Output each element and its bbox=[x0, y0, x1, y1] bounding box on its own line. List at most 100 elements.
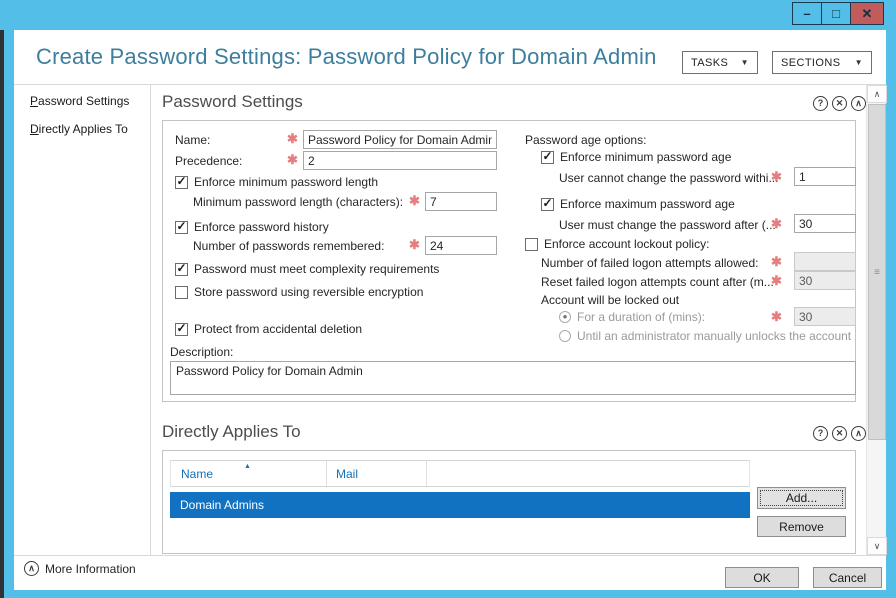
duration-radio[interactable]: ● For a duration of (mins): bbox=[559, 310, 705, 324]
sidebar-item-directly-applies-to[interactable]: Directly Applies To bbox=[30, 122, 128, 136]
sections-button-label: SECTIONS bbox=[781, 57, 840, 69]
chevron-up-icon: ∧ bbox=[24, 561, 39, 576]
passwords-remembered-input[interactable] bbox=[425, 236, 497, 255]
section-collapse-icon[interactable]: ∧ bbox=[851, 96, 866, 111]
tasks-button[interactable]: TASKS ▼ bbox=[682, 51, 758, 74]
checkbox-icon: ✓ bbox=[541, 151, 554, 164]
chevron-down-icon: ▼ bbox=[741, 58, 749, 67]
vertical-scrollbar[interactable]: ∧ ≡ ∨ bbox=[866, 85, 886, 555]
page-title: Create Password Settings: Password Polic… bbox=[36, 44, 657, 70]
enforce-max-age-checkbox[interactable]: ✓ Enforce maximum password age bbox=[541, 197, 735, 211]
section-close-icon[interactable]: ✕ bbox=[832, 96, 847, 111]
section-collapse-icon[interactable]: ∧ bbox=[851, 426, 866, 441]
enforce-min-age-checkbox[interactable]: ✓ Enforce minimum password age bbox=[541, 150, 731, 164]
remove-button[interactable]: Remove bbox=[757, 516, 846, 537]
directly-applies-to-section-title: Directly Applies To bbox=[162, 422, 301, 442]
enforce-max-age-label: Enforce maximum password age bbox=[560, 197, 735, 211]
radio-icon: ● bbox=[559, 311, 571, 323]
until-admin-unlocks-label: Until an administrator manually unlocks … bbox=[577, 329, 851, 343]
description-label: Description: bbox=[170, 345, 233, 359]
required-icon: ✱ bbox=[771, 310, 782, 323]
sort-ascending-icon: ▲ bbox=[244, 463, 251, 470]
precedence-label: Precedence: bbox=[175, 154, 242, 168]
min-age-input[interactable] bbox=[794, 167, 856, 186]
footer-divider bbox=[14, 555, 886, 556]
reversible-encryption-checkbox[interactable]: Store password using reversible encrypti… bbox=[175, 285, 423, 299]
close-button[interactable]: ✕ bbox=[850, 2, 884, 25]
password-settings-section-title: Password Settings bbox=[162, 92, 303, 112]
required-icon: ✱ bbox=[287, 132, 298, 145]
help-icon[interactable]: ? bbox=[813, 426, 828, 441]
more-information-label: More Information bbox=[45, 562, 136, 576]
complexity-checkbox[interactable]: ✓ Password must meet complexity requirem… bbox=[175, 262, 439, 276]
header-divider bbox=[14, 84, 886, 85]
scrollbar-grip-icon: ≡ bbox=[874, 267, 880, 278]
reset-count-input bbox=[794, 271, 856, 290]
checkbox-icon: ✓ bbox=[175, 176, 188, 189]
max-age-sublabel: User must change the password after (... bbox=[559, 218, 776, 232]
min-length-input[interactable] bbox=[425, 192, 497, 211]
min-length-label: Minimum password length (characters): bbox=[193, 195, 403, 209]
reset-count-label: Reset failed logon attempts count after … bbox=[541, 275, 774, 289]
sidebar-item-password-settings[interactable]: Password Settings bbox=[30, 94, 129, 108]
name-input[interactable] bbox=[303, 130, 497, 149]
checkbox-icon: ✓ bbox=[175, 323, 188, 336]
close-icon: ✕ bbox=[862, 6, 873, 22]
minimize-button[interactable]: – bbox=[792, 2, 822, 25]
required-icon: ✱ bbox=[771, 217, 782, 230]
column-header-name[interactable]: Name bbox=[181, 467, 213, 481]
required-icon: ✱ bbox=[771, 255, 782, 268]
add-button[interactable]: Add... bbox=[757, 487, 846, 509]
radio-icon bbox=[559, 330, 571, 342]
tasks-button-label: TASKS bbox=[691, 57, 728, 69]
max-age-input[interactable] bbox=[794, 214, 856, 233]
sections-button[interactable]: SECTIONS ▼ bbox=[772, 51, 872, 74]
min-age-sublabel: User cannot change the password withi... bbox=[559, 171, 778, 185]
enforce-min-length-label: Enforce minimum password length bbox=[194, 175, 378, 189]
row-name-cell: Domain Admins bbox=[180, 498, 264, 512]
enforce-min-length-checkbox[interactable]: ✓ Enforce minimum password length bbox=[175, 175, 378, 189]
required-icon: ✱ bbox=[771, 274, 782, 287]
section-close-icon[interactable]: ✕ bbox=[832, 426, 847, 441]
description-input[interactable]: Password Policy for Domain Admin bbox=[170, 361, 856, 395]
chevron-down-icon: ▼ bbox=[855, 58, 863, 67]
scrollbar-thumb[interactable]: ≡ bbox=[868, 104, 886, 440]
maximize-button[interactable]: □ bbox=[821, 2, 851, 25]
failed-attempts-input bbox=[794, 252, 856, 271]
protect-deletion-label: Protect from accidental deletion bbox=[194, 322, 362, 336]
checkbox-icon: ✓ bbox=[175, 221, 188, 234]
reversible-encryption-label: Store password using reversible encrypti… bbox=[194, 285, 423, 299]
checkbox-icon bbox=[525, 238, 538, 251]
required-icon: ✱ bbox=[409, 194, 420, 207]
sidebar-divider bbox=[150, 85, 151, 555]
passwords-remembered-label: Number of passwords remembered: bbox=[193, 239, 384, 253]
window-controls: – □ ✕ bbox=[793, 2, 884, 25]
complexity-label: Password must meet complexity requiremen… bbox=[194, 262, 439, 276]
duration-label: For a duration of (mins): bbox=[577, 310, 705, 324]
enforce-history-label: Enforce password history bbox=[194, 220, 329, 234]
cancel-button[interactable]: Cancel bbox=[813, 567, 882, 588]
protect-deletion-checkbox[interactable]: ✓ Protect from accidental deletion bbox=[175, 322, 362, 336]
lockout-policy-checkbox[interactable]: Enforce account lockout policy: bbox=[525, 237, 709, 251]
lockout-policy-label: Enforce account lockout policy: bbox=[544, 237, 709, 251]
name-label: Name: bbox=[175, 133, 210, 147]
applies-to-table: Name ▲ Mail Domain Admins bbox=[170, 460, 750, 487]
maximize-icon: □ bbox=[832, 6, 840, 21]
table-header-row: Name ▲ Mail bbox=[170, 460, 750, 487]
enforce-history-checkbox[interactable]: ✓ Enforce password history bbox=[175, 220, 329, 234]
until-admin-unlocks-radio[interactable]: Until an administrator manually unlocks … bbox=[559, 329, 851, 343]
enforce-min-age-label: Enforce minimum password age bbox=[560, 150, 731, 164]
create-password-settings-dialog: Create Password Settings: Password Polic… bbox=[14, 30, 886, 590]
table-row-domain-admins[interactable]: Domain Admins bbox=[170, 492, 750, 518]
checkbox-icon: ✓ bbox=[541, 198, 554, 211]
precedence-input[interactable] bbox=[303, 151, 497, 170]
scroll-down-icon[interactable]: ∨ bbox=[867, 537, 887, 555]
failed-attempts-label: Number of failed logon attempts allowed: bbox=[541, 256, 758, 270]
column-header-mail[interactable]: Mail bbox=[336, 467, 358, 481]
help-icon[interactable]: ? bbox=[813, 96, 828, 111]
ok-button[interactable]: OK bbox=[725, 567, 799, 588]
scroll-up-icon[interactable]: ∧ bbox=[867, 85, 887, 103]
more-information-toggle[interactable]: ∧ More Information bbox=[24, 561, 136, 576]
password-age-options-label: Password age options: bbox=[525, 133, 646, 147]
column-divider bbox=[426, 461, 427, 486]
